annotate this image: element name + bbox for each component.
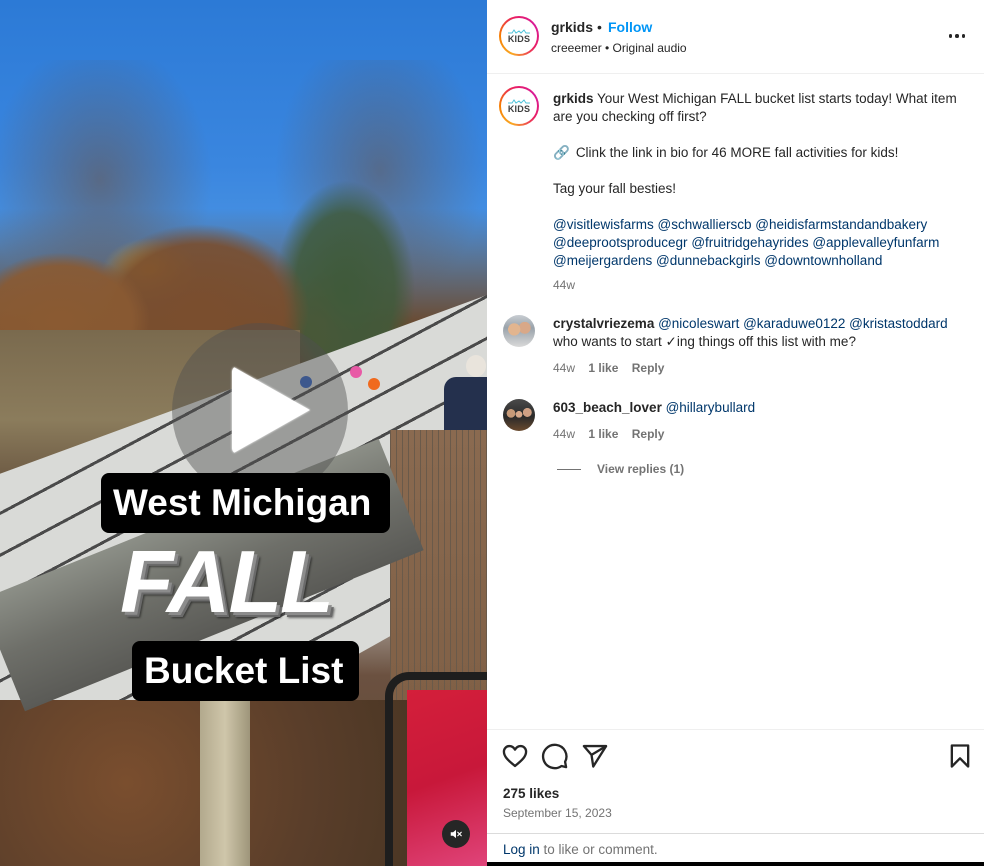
mention-link[interactable]: @applevalleyfunfarm [812,235,939,250]
comment-body: 603_beach_lover @hillarybullard [553,399,973,417]
mention-link[interactable]: @visitlewisfarms [553,217,654,232]
video-caption-fall: FALL [120,532,334,631]
comment-avatar[interactable] [503,315,535,347]
play-icon [232,366,310,454]
caption-intro: grkids Your West Michigan FALL bucket li… [553,90,968,126]
speaker-muted-icon [450,829,462,839]
post-caption: grkids Your West Michigan FALL bucket li… [553,90,968,270]
comment-body: crystalvriezema @nicoleswart @karaduwe01… [553,315,973,351]
comment-username[interactable]: crystalvriezema [553,316,654,331]
follow-button[interactable]: Follow [608,19,652,35]
share-button[interactable] [581,742,609,770]
reply-button[interactable]: Reply [632,427,665,441]
video-post [200,700,250,866]
mention-link[interactable]: @schwallierscb [657,217,751,232]
video-kid [368,378,380,390]
view-replies-button[interactable]: View replies (1) [557,462,684,476]
mention-link[interactable]: @meijergardens [553,253,652,268]
caption-link-line: 🔗 Clink the link in bio for 46 MORE fall … [553,144,968,162]
video-caption-bucket-list: Bucket List [132,641,359,701]
heart-icon [502,744,528,768]
more-options-button[interactable] [945,26,969,46]
comment-text: who wants to start ✓ing things off this … [553,334,856,349]
caption-text: Your West Michigan FALL bucket list star… [553,91,957,124]
login-divider [487,833,984,834]
avatar-logo-text: KIDS [507,33,531,44]
post-details-panel: KIDS grkids • Follow creeemer • Original… [487,0,984,866]
login-suffix: to like or comment. [539,842,658,857]
mention-link[interactable]: @fruitridgehayrides [691,235,808,250]
caption-mentions: @visitlewisfarms @schwallierscb @heidisf… [553,216,968,270]
reply-button[interactable]: Reply [632,361,665,375]
more-options-icon [948,34,953,38]
comment-avatar[interactable] [503,399,535,431]
login-link[interactable]: Log in [503,842,540,857]
profile-avatar[interactable]: KIDS [499,16,539,56]
avatar-logo-text: KIDS [507,103,531,114]
caption-timestamp[interactable]: 44w [553,278,575,292]
caption-avatar[interactable]: KIDS [499,86,539,126]
comment-button[interactable] [541,742,569,770]
mute-toggle-button[interactable] [442,820,470,848]
mention-link[interactable]: @dunnebackgirls [656,253,761,268]
video-caption-west-michigan: West Michigan [101,473,390,533]
comment-icon [541,743,568,770]
link-icon: 🔗 [553,145,570,160]
comment-timestamp[interactable]: 44w [553,427,575,441]
comment-likes[interactable]: 1 like [588,427,618,441]
mention-link[interactable]: @karaduwe0122 [743,316,845,331]
mention-link[interactable]: @deeprootsproducegr [553,235,688,250]
post-header: KIDS grkids • Follow creeemer • Original… [487,0,984,74]
caption-link-text: Clink the link in bio for 46 MORE fall a… [575,145,899,160]
login-prompt: Log in to like or comment. [503,842,658,857]
mention-link[interactable]: @kristastoddard [849,316,948,331]
post-date: September 15, 2023 [503,806,612,820]
mention-link[interactable]: @downtownholland [764,253,882,268]
like-button[interactable] [501,742,529,770]
caption-tag-line: Tag your fall besties! [553,181,677,196]
audio-info[interactable]: creeemer • Original audio [551,41,687,55]
mention-link[interactable]: @nicoleswart [658,316,739,331]
save-button[interactable] [946,742,974,770]
likes-count[interactable]: 275 likes [503,786,559,801]
header-separator: • [597,19,602,35]
comment-timestamp[interactable]: 44w [553,361,575,375]
comment-likes[interactable]: 1 like [588,361,618,375]
caption-username[interactable]: grkids [553,91,594,106]
mention-link[interactable]: @heidisfarmstandandbakery [755,217,927,232]
replies-divider-line [557,468,581,470]
comment-username[interactable]: 603_beach_lover [553,400,662,415]
comment-meta: 44w 1 like Reply [553,427,674,441]
actions-divider [487,729,984,730]
stroller-handle [385,672,487,866]
more-dot [955,34,959,38]
more-dot [961,34,966,38]
video-stroller [385,672,487,866]
bottom-edge [487,862,984,866]
header-username[interactable]: grkids [551,19,593,35]
person-head [466,355,486,377]
share-icon [582,744,608,768]
video-kid [350,366,362,378]
view-replies-label: View replies (1) [597,462,685,476]
mention-link[interactable]: @hillarybullard [666,400,756,415]
comment-meta: 44w 1 like Reply [553,361,674,375]
video-player[interactable]: West Michigan FALL Bucket List [0,0,487,866]
bookmark-icon [950,744,970,768]
